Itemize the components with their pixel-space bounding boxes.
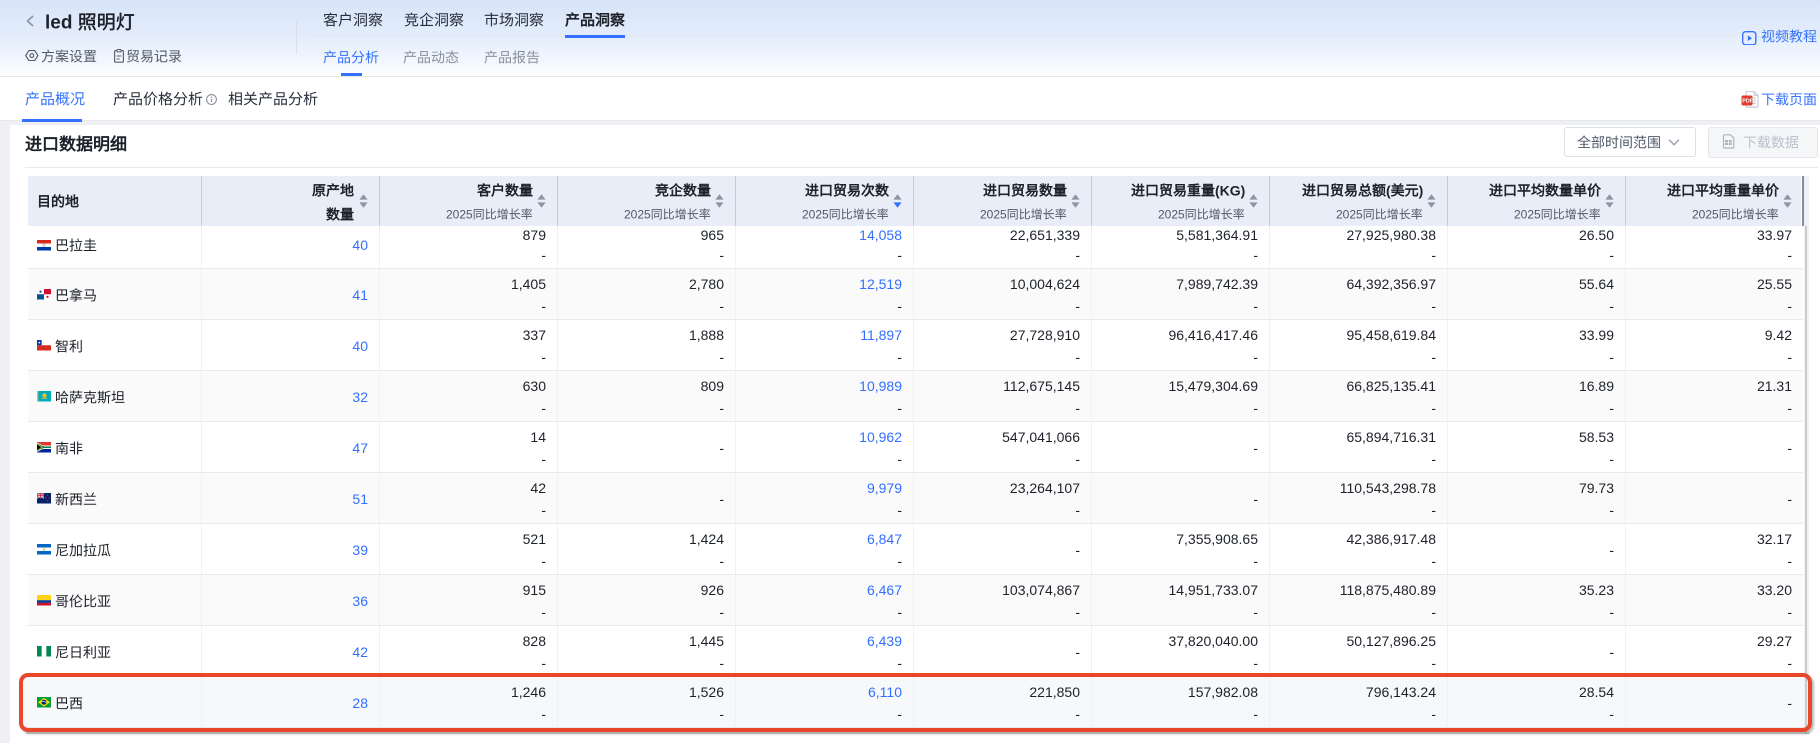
svg-text:2025: 2025 (1692, 207, 1719, 221)
svg-text:2025: 2025 (446, 207, 473, 221)
svg-text:2025: 2025 (802, 207, 829, 221)
svg-text:PDF: PDF (1742, 98, 1753, 104)
svg-text:(: ( (1386, 182, 1391, 198)
svg-text:2025: 2025 (1158, 207, 1185, 221)
svg-text:2025: 2025 (1514, 207, 1541, 221)
svg-text:2025: 2025 (624, 207, 651, 221)
svg-text:led: led (45, 13, 72, 34)
svg-text:): ) (1418, 182, 1423, 198)
svg-text:2025: 2025 (1336, 207, 1363, 221)
svg-text:2025: 2025 (980, 207, 1007, 221)
svg-text:(KG): (KG) (1215, 182, 1245, 198)
